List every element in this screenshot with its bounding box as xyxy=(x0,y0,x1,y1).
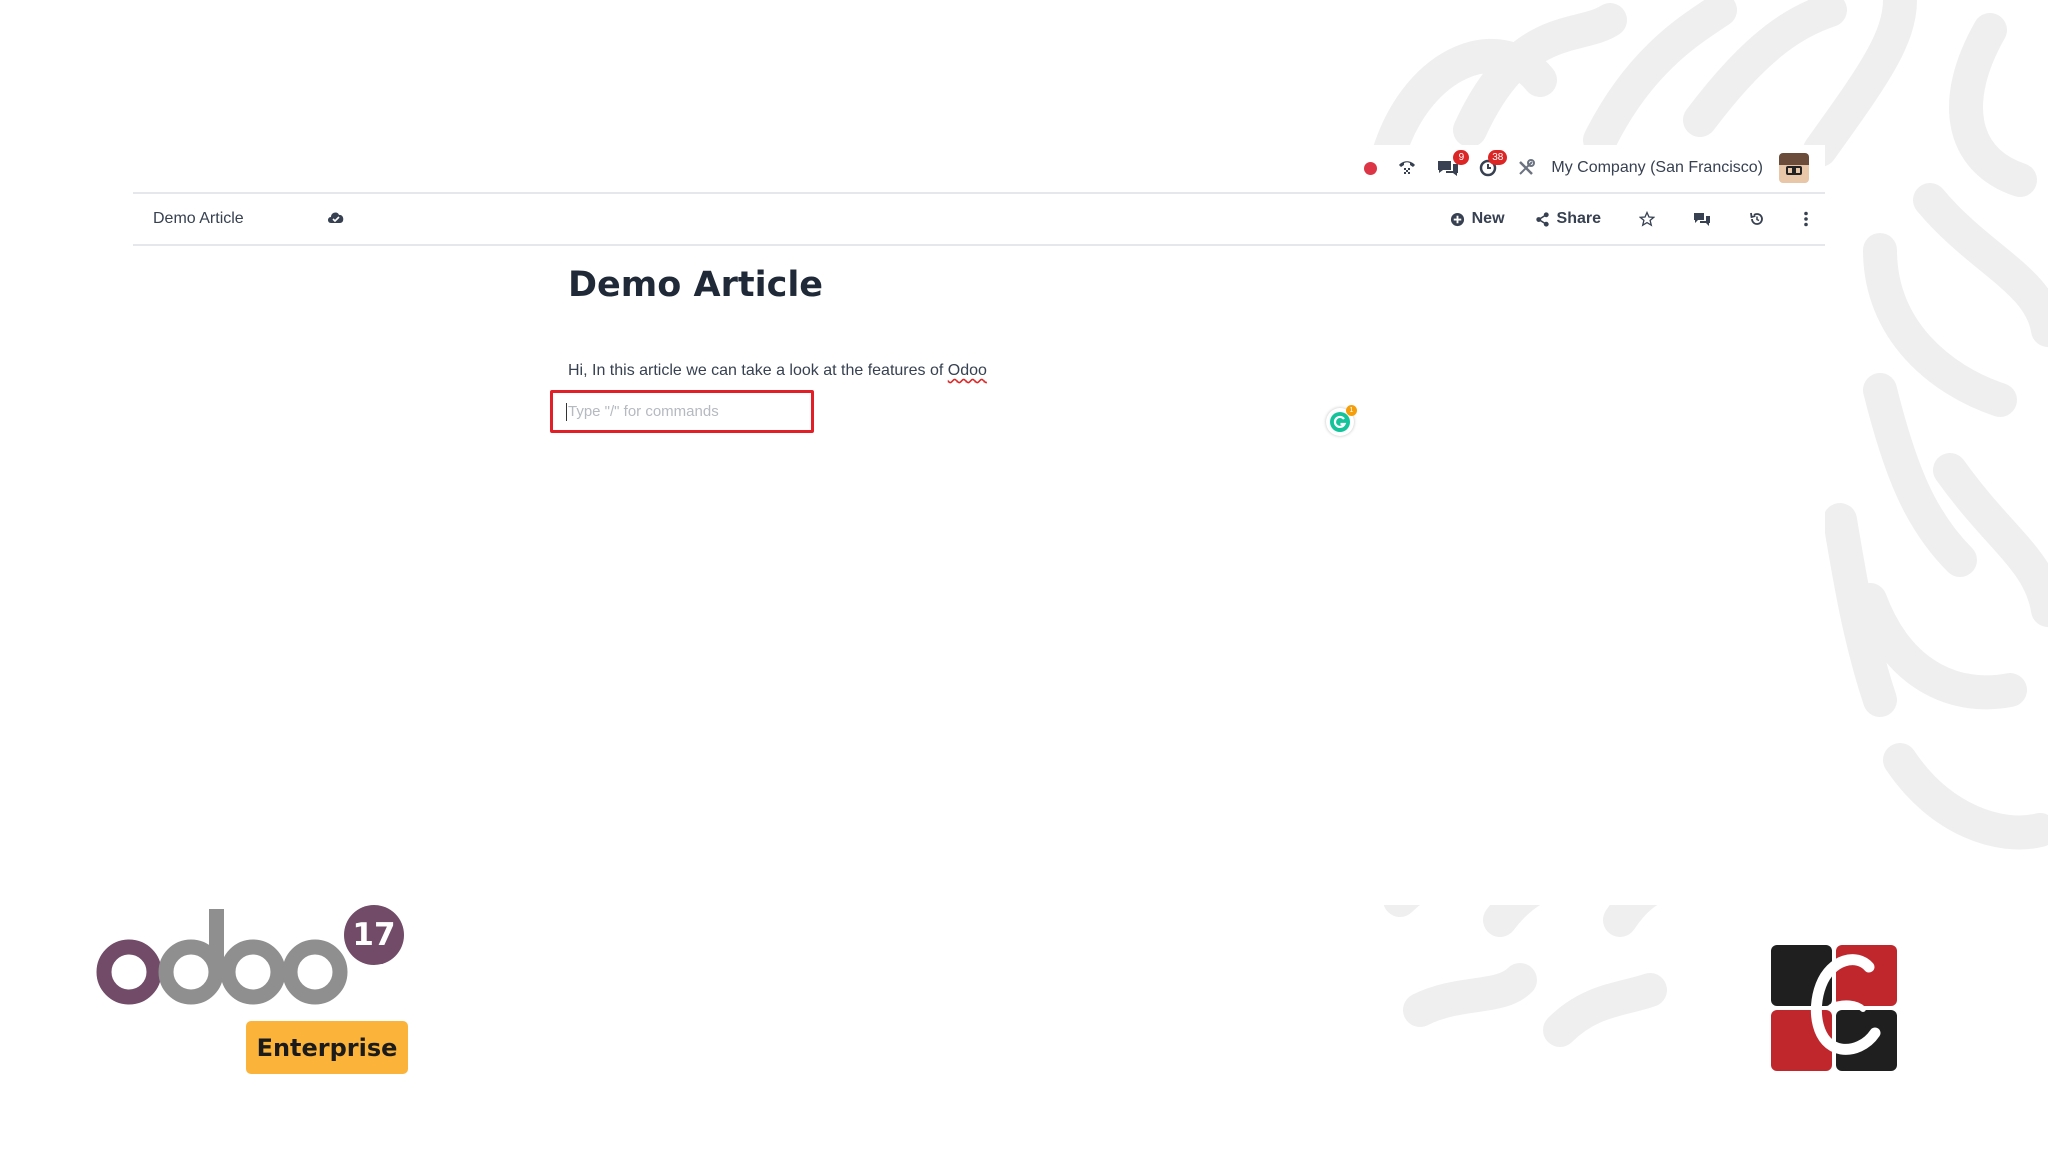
systray: 9 38 My Company (San Francisco) xyxy=(133,145,1825,191)
recording-indicator[interactable] xyxy=(1364,152,1378,184)
enterprise-badge: Enterprise xyxy=(246,1021,408,1074)
grammarly-button[interactable]: 1 xyxy=(1326,405,1357,436)
article-title[interactable]: Demo Article xyxy=(568,265,823,305)
share-icon xyxy=(1535,211,1549,227)
star-icon xyxy=(1639,211,1655,227)
grammarly-badge: 1 xyxy=(1346,405,1357,416)
history-button[interactable] xyxy=(1749,211,1765,227)
share-label: Share xyxy=(1556,210,1601,227)
article-body-paragraph[interactable]: Hi, In this article we can take a look a… xyxy=(568,362,987,380)
new-button[interactable]: New xyxy=(1450,210,1505,228)
vertical-dots-icon xyxy=(1804,211,1808,227)
new-label: New xyxy=(1471,210,1505,227)
comments-icon xyxy=(1694,212,1710,226)
company-logo-icon xyxy=(1771,945,1897,1071)
history-icon xyxy=(1750,212,1763,225)
chatter-button[interactable] xyxy=(1693,212,1711,227)
article-body-text: Hi, In this article we can take a look a… xyxy=(568,362,948,379)
more-options-button[interactable] xyxy=(1803,211,1809,227)
activities-button[interactable]: 38 xyxy=(1479,150,1508,184)
odoo-app-window: 9 38 My Company (San Francisco) Demo Art… xyxy=(133,145,1825,905)
article-actions: New Share xyxy=(1420,194,1809,244)
share-button[interactable]: Share xyxy=(1535,210,1601,228)
user-avatar[interactable] xyxy=(1779,153,1809,183)
phone-button[interactable] xyxy=(1397,152,1417,184)
command-input-line[interactable]: Type "/" for commands xyxy=(550,390,814,433)
phone-icon xyxy=(1399,161,1416,174)
cloud-save-icon[interactable] xyxy=(327,210,345,229)
messages-badge: 9 xyxy=(1453,150,1470,165)
odoo-logo xyxy=(96,909,348,1005)
breadcrumb[interactable]: Demo Article xyxy=(153,210,244,228)
plus-circle-icon xyxy=(1450,212,1464,226)
tools-icon xyxy=(1519,159,1536,175)
command-placeholder: Type "/" for commands xyxy=(568,403,719,420)
messages-button[interactable]: 9 xyxy=(1437,150,1470,184)
version-badge: 17 xyxy=(344,905,404,965)
company-switcher[interactable]: My Company (San Francisco) xyxy=(1551,159,1763,177)
control-panel: Demo Article New Share xyxy=(133,192,1825,246)
text-caret xyxy=(566,402,567,421)
record-dot-icon xyxy=(1364,161,1378,175)
activities-badge: 38 xyxy=(1488,150,1508,165)
favorite-button[interactable] xyxy=(1639,211,1655,227)
debug-tools-button[interactable] xyxy=(1517,152,1536,184)
spellcheck-word: Odoo xyxy=(947,362,987,379)
